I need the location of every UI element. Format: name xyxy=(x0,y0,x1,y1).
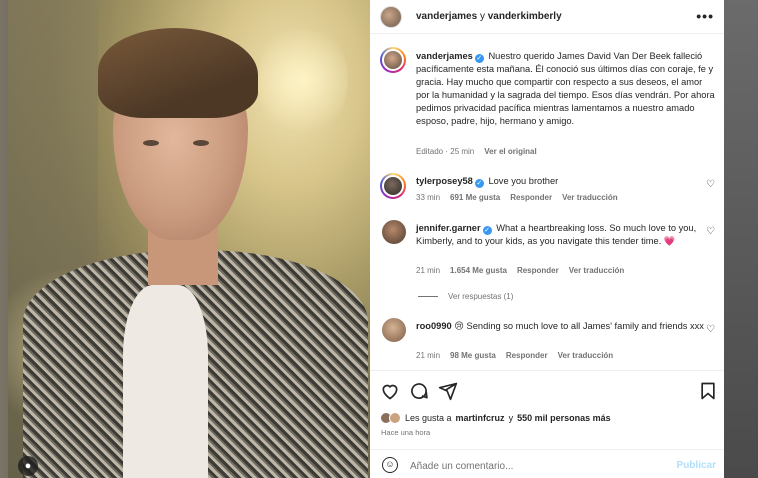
publish-button[interactable]: Publicar xyxy=(677,460,716,471)
likes-summary: Les gusta a martinfcruz y 550 mil person… xyxy=(380,412,611,424)
view-replies-label[interactable]: Ver respuestas (1) xyxy=(448,292,513,301)
caption-text: Nuestro querido James David Van Der Beek… xyxy=(416,51,715,126)
authors-join: y xyxy=(479,11,485,22)
likes-prefix: Les gusta a xyxy=(405,413,452,423)
author-avatar[interactable] xyxy=(380,6,402,28)
author-link[interactable]: vanderjames xyxy=(416,11,477,22)
verified-icon: ✓ xyxy=(474,54,484,63)
share-icon[interactable] xyxy=(438,381,458,401)
emoji-icon[interactable]: ☺ xyxy=(382,457,398,473)
photo-hair xyxy=(98,28,258,118)
comment-username[interactable]: roo0990 xyxy=(416,321,452,331)
like-comment-heart-icon[interactable]: ♡ xyxy=(706,227,716,237)
comment-meta: 21 min 98 Me gusta Responder Ver traducc… xyxy=(416,351,613,360)
see-original-link[interactable]: Ver el original xyxy=(484,147,536,156)
like-comment-heart-icon[interactable]: ♡ xyxy=(706,325,716,335)
caption: vanderjames ✓ Nuestro querido James David… xyxy=(416,50,716,128)
caption-avatar[interactable] xyxy=(380,47,406,73)
backdrop-right xyxy=(724,0,758,478)
heart-icon[interactable] xyxy=(380,381,400,401)
post-header: vanderjames y vanderkimberly ••• xyxy=(370,0,724,34)
comments-scroll-area[interactable]: vanderjames ✓ Nuestro querido James David… xyxy=(370,35,724,370)
verified-icon: ✓ xyxy=(474,179,484,188)
bookmark-icon[interactable] xyxy=(698,381,718,401)
photo-bokeh xyxy=(258,20,348,140)
caption-edited: Editado · 25 min xyxy=(416,147,475,156)
view-replies[interactable]: Ver respuestas (1) xyxy=(418,292,513,301)
verified-icon: ✓ xyxy=(482,226,492,235)
liker-username[interactable]: martinfcruz xyxy=(456,413,505,423)
comment-meta: 21 min 1.654 Me gusta Responder Ver trad… xyxy=(416,266,624,275)
likes-join: y xyxy=(508,413,514,423)
post-time: Hace una hora xyxy=(381,428,431,437)
comment-avatar[interactable] xyxy=(382,220,406,244)
post-authors: vanderjames y vanderkimberly xyxy=(416,11,562,22)
like-comment-heart-icon[interactable]: ♡ xyxy=(706,180,716,190)
tagged-users-icon[interactable]: ● xyxy=(18,456,38,476)
caption-meta: Editado · 25 min Ver el original xyxy=(416,147,537,156)
translate-button[interactable]: Ver traducción xyxy=(569,266,625,275)
photo-shirt xyxy=(123,285,208,478)
comment-time: 21 min xyxy=(416,351,441,360)
comment-likes[interactable]: 98 Me gusta xyxy=(450,351,496,360)
comment-icon[interactable] xyxy=(409,381,429,401)
comment-text: Love you brother xyxy=(488,176,559,186)
comment-bar: ☺ Publicar xyxy=(370,449,724,478)
comment-username[interactable]: tylerposey58 xyxy=(416,176,473,186)
comment-time: 21 min xyxy=(416,266,441,275)
comment-likes[interactable]: 1.654 Me gusta xyxy=(450,266,507,275)
comment-item: tylerposey58 ✓ Love you brother xyxy=(416,175,716,188)
liker-avatar xyxy=(389,412,401,424)
photo-eye xyxy=(193,140,209,146)
comment-avatar[interactable] xyxy=(382,318,406,342)
translate-button[interactable]: Ver traducción xyxy=(562,193,618,202)
comment-username[interactable]: jennifer.garner xyxy=(416,223,481,233)
more-horizontal-icon[interactable]: ••• xyxy=(696,8,714,24)
reply-button[interactable]: Responder xyxy=(517,266,559,275)
reply-button[interactable]: Responder xyxy=(510,193,552,202)
post-photo: ● xyxy=(8,0,370,478)
replies-line xyxy=(418,296,438,297)
comment-item: roo0990 😢 Sending so much love to all Ja… xyxy=(416,320,716,333)
caption-username[interactable]: vanderjames xyxy=(416,51,473,61)
coauthor-link[interactable]: vanderkimberly xyxy=(488,11,562,22)
comment-time: 33 min xyxy=(416,193,441,202)
reply-button[interactable]: Responder xyxy=(506,351,548,360)
comment-item: jennifer.garner ✓ What a heartbreaking lo… xyxy=(416,222,716,248)
likes-count[interactable]: 550 mil personas más xyxy=(517,413,611,423)
translate-button[interactable]: Ver traducción xyxy=(558,351,614,360)
comment-avatar[interactable] xyxy=(380,173,406,199)
comment-meta: 33 min 691 Me gusta Responder Ver traduc… xyxy=(416,193,618,202)
comment-input[interactable] xyxy=(410,459,660,473)
photo-eye xyxy=(143,140,159,146)
post-side-panel: vanderjames y vanderkimberly ••• vanderj… xyxy=(370,0,724,478)
comment-text: 😢 Sending so much love to all James' fam… xyxy=(454,321,704,331)
comment-likes[interactable]: 691 Me gusta xyxy=(450,193,500,202)
action-bar xyxy=(370,370,724,410)
instagram-post-modal: ● vanderjames y vanderkimberly ••• vande… xyxy=(0,0,758,478)
